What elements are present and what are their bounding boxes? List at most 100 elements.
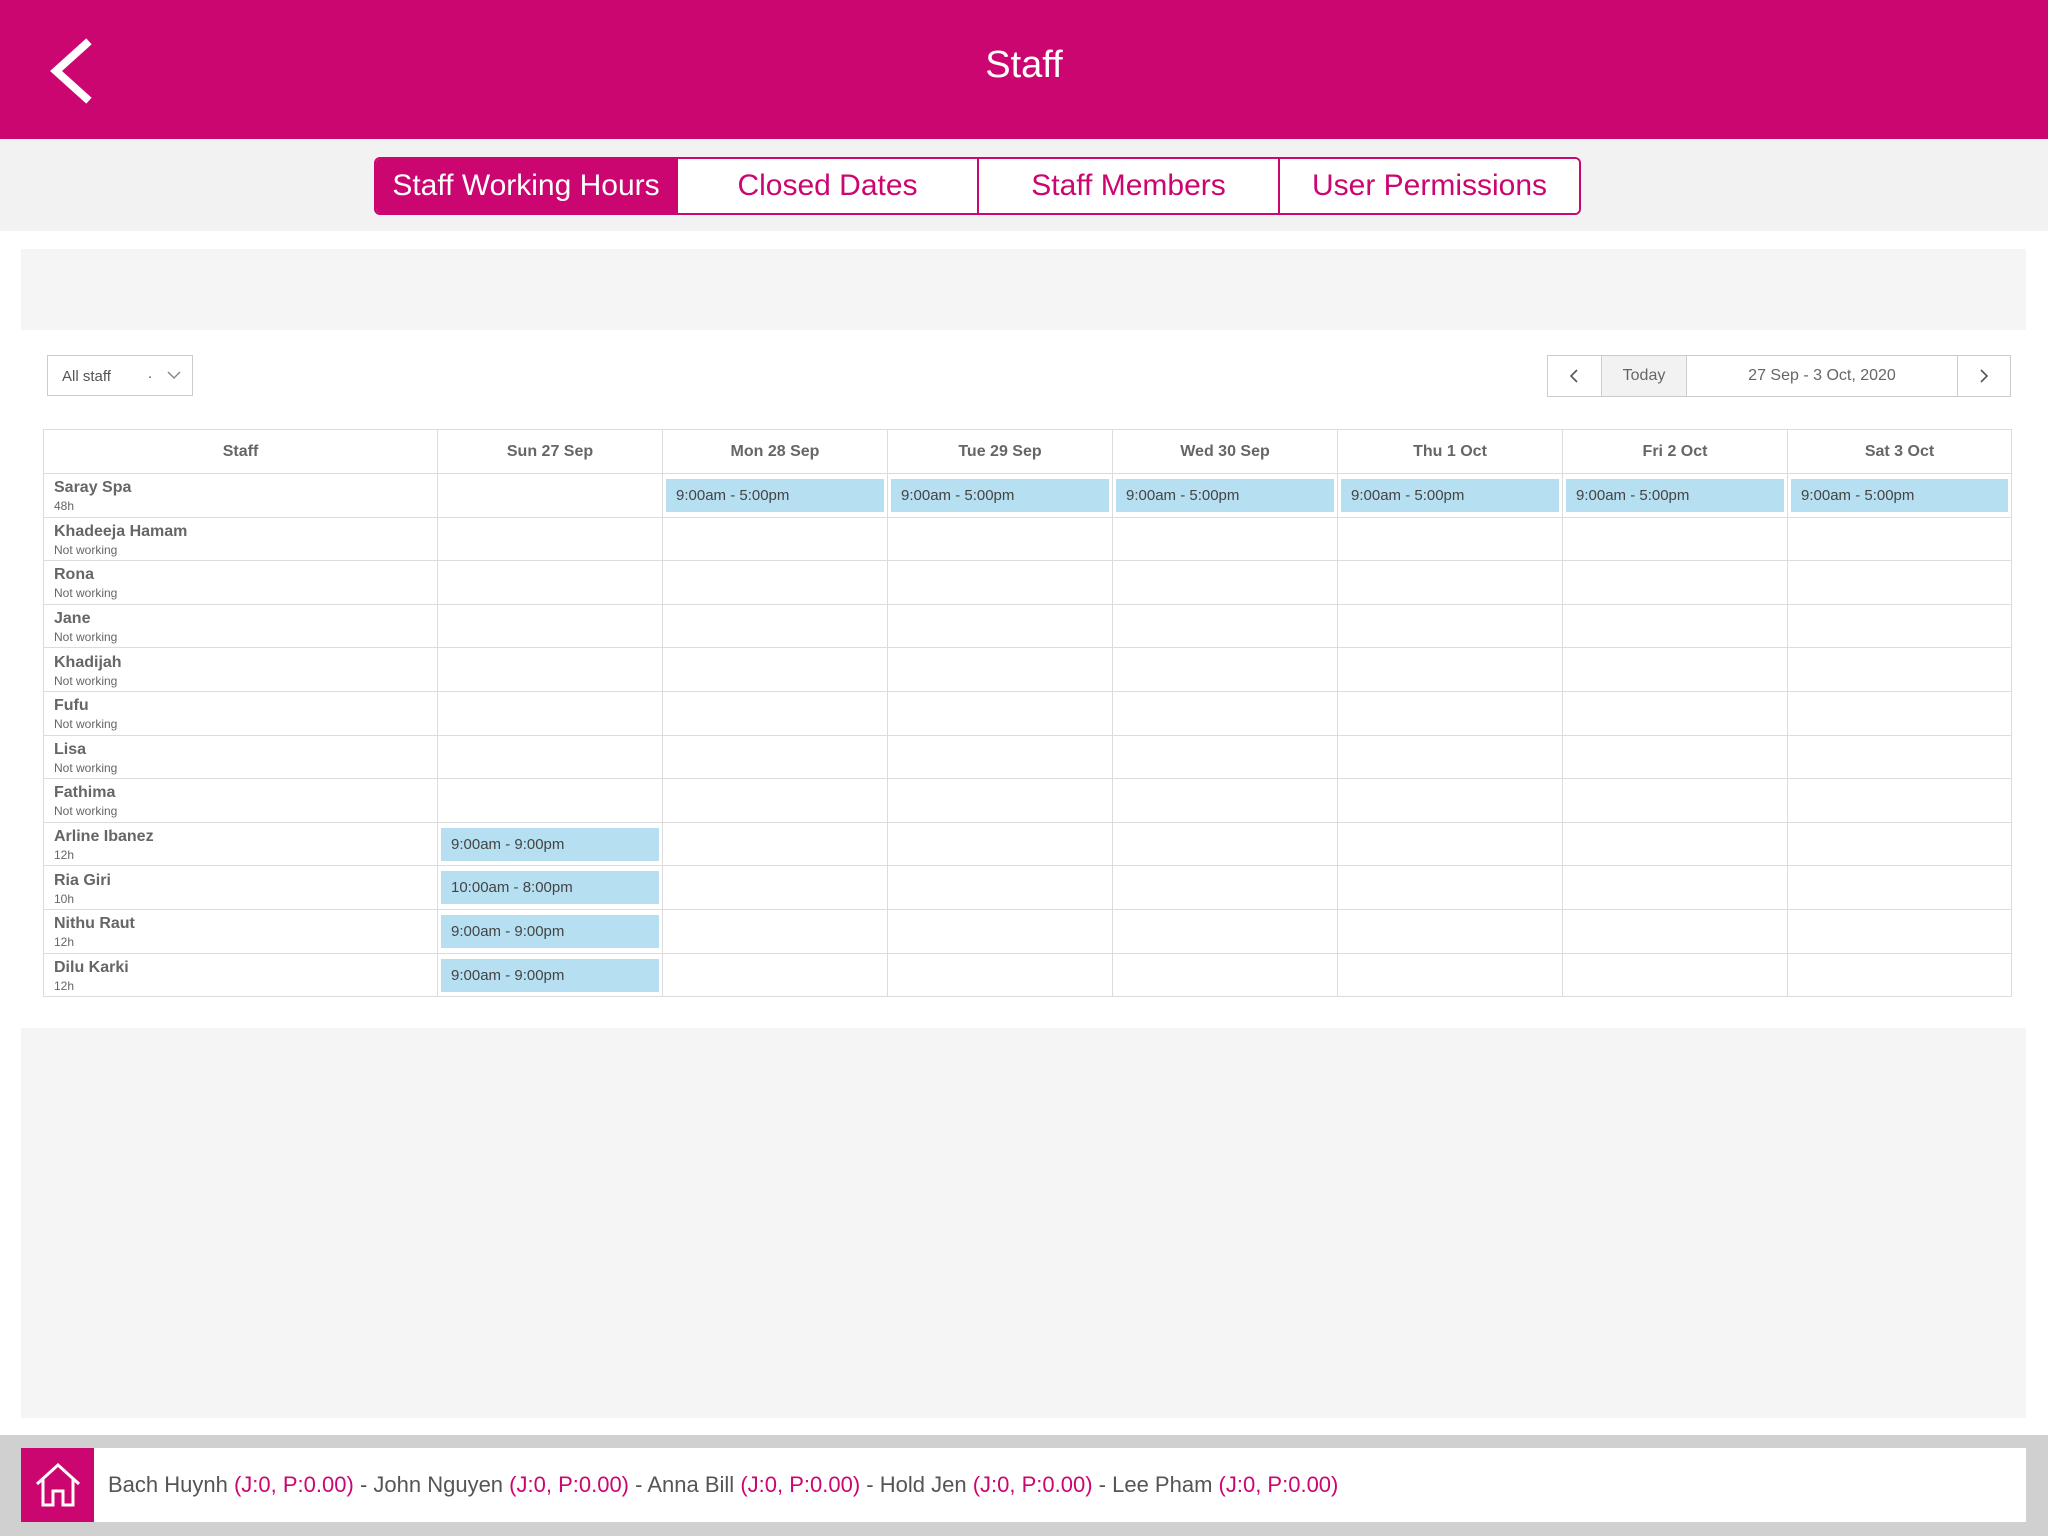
day-cell[interactable] (1337, 603, 1563, 649)
day-cell[interactable] (1337, 908, 1563, 954)
day-cell[interactable] (1562, 603, 1788, 649)
day-cell[interactable]: 9:00am - 5:00pm (662, 473, 888, 518)
day-cell[interactable] (437, 516, 663, 562)
day-cell[interactable] (887, 647, 1113, 692)
tab-staff-members[interactable]: Staff Members (977, 159, 1278, 213)
day-cell[interactable] (887, 821, 1113, 867)
day-cell[interactable] (662, 516, 888, 562)
staff-cell[interactable]: Fathima Not working (43, 778, 438, 823)
day-cell[interactable] (887, 603, 1113, 649)
shift-block[interactable]: 9:00am - 5:00pm (1791, 479, 2008, 512)
day-cell[interactable] (1112, 690, 1338, 736)
day-cell[interactable] (437, 560, 663, 605)
day-cell[interactable] (1337, 952, 1563, 998)
next-week-button[interactable] (1957, 356, 2010, 396)
staff-cell[interactable]: Khadijah Not working (43, 647, 438, 692)
day-cell[interactable] (1787, 560, 2012, 605)
day-cell[interactable] (1562, 560, 1788, 605)
day-cell[interactable] (1787, 952, 2012, 998)
home-button[interactable] (21, 1448, 94, 1522)
day-cell[interactable] (437, 778, 663, 823)
day-cell[interactable] (437, 690, 663, 736)
day-cell[interactable] (1337, 865, 1563, 910)
day-cell[interactable] (887, 734, 1113, 780)
day-cell[interactable] (1337, 516, 1563, 562)
staff-cell[interactable]: Saray Spa 48h (43, 473, 438, 518)
day-cell[interactable] (887, 778, 1113, 823)
day-cell[interactable]: 9:00am - 5:00pm (1787, 473, 2012, 518)
day-cell[interactable] (1787, 603, 2012, 649)
day-cell[interactable] (662, 778, 888, 823)
day-cell[interactable]: 10:00am - 8:00pm (437, 865, 663, 910)
day-cell[interactable] (887, 908, 1113, 954)
day-cell[interactable] (1562, 952, 1788, 998)
day-cell[interactable] (1787, 690, 2012, 736)
day-cell[interactable] (1562, 516, 1788, 562)
day-cell[interactable] (437, 734, 663, 780)
day-cell[interactable] (1112, 516, 1338, 562)
day-cell[interactable]: 9:00am - 9:00pm (437, 908, 663, 954)
day-cell[interactable] (1337, 778, 1563, 823)
day-cell[interactable] (1787, 516, 2012, 562)
day-cell[interactable] (662, 560, 888, 605)
day-cell[interactable] (662, 734, 888, 780)
shift-block[interactable]: 9:00am - 5:00pm (1566, 479, 1784, 512)
tab-staff-working-hours[interactable]: Staff Working Hours (376, 159, 676, 213)
day-cell[interactable] (1112, 734, 1338, 780)
staff-cell[interactable]: Fufu Not working (43, 690, 438, 736)
day-cell[interactable]: 9:00am - 5:00pm (1337, 473, 1563, 518)
day-cell[interactable]: 9:00am - 9:00pm (437, 821, 663, 867)
day-cell[interactable] (1337, 821, 1563, 867)
day-cell[interactable] (1337, 647, 1563, 692)
day-cell[interactable] (1787, 821, 2012, 867)
day-cell[interactable] (662, 603, 888, 649)
day-cell[interactable] (662, 690, 888, 736)
day-cell[interactable]: 9:00am - 5:00pm (1562, 473, 1788, 518)
shift-block[interactable]: 9:00am - 5:00pm (1341, 479, 1559, 512)
staff-filter-select[interactable]: All staff . (47, 355, 193, 396)
day-cell[interactable] (1112, 952, 1338, 998)
date-range-label[interactable]: 27 Sep - 3 Oct, 2020 (1687, 356, 1957, 396)
day-cell[interactable] (1562, 821, 1788, 867)
day-cell[interactable] (1337, 560, 1563, 605)
shift-block[interactable]: 9:00am - 5:00pm (891, 479, 1109, 512)
shift-block[interactable]: 9:00am - 5:00pm (1116, 479, 1334, 512)
shift-block[interactable]: 9:00am - 5:00pm (666, 479, 884, 512)
day-cell[interactable] (437, 603, 663, 649)
staff-cell[interactable]: Ria Giri 10h (43, 865, 438, 910)
day-cell[interactable] (1112, 821, 1338, 867)
day-cell[interactable] (662, 647, 888, 692)
day-cell[interactable] (662, 821, 888, 867)
day-cell[interactable] (1787, 778, 2012, 823)
day-cell[interactable] (887, 690, 1113, 736)
staff-cell[interactable]: Dilu Karki 12h (43, 952, 438, 998)
day-cell[interactable] (1562, 690, 1788, 736)
day-cell[interactable] (1787, 908, 2012, 954)
day-cell[interactable]: 9:00am - 5:00pm (887, 473, 1113, 518)
day-cell[interactable] (662, 865, 888, 910)
day-cell[interactable] (887, 865, 1113, 910)
day-cell[interactable] (1562, 908, 1788, 954)
day-cell[interactable] (887, 952, 1113, 998)
staff-cell[interactable]: Lisa Not working (43, 734, 438, 780)
day-cell[interactable] (662, 908, 888, 954)
day-cell[interactable] (1112, 908, 1338, 954)
staff-cell[interactable]: Rona Not working (43, 560, 438, 605)
shift-block[interactable]: 10:00am - 8:00pm (441, 871, 659, 905)
day-cell[interactable] (1562, 778, 1788, 823)
shift-block[interactable]: 9:00am - 9:00pm (441, 958, 659, 992)
day-cell[interactable] (1112, 778, 1338, 823)
day-cell[interactable]: 9:00am - 9:00pm (437, 952, 663, 998)
tab-closed-dates[interactable]: Closed Dates (676, 159, 977, 213)
staff-cell[interactable]: Nithu Raut 12h (43, 908, 438, 954)
day-cell[interactable] (1112, 647, 1338, 692)
shift-block[interactable]: 9:00am - 9:00pm (441, 827, 659, 861)
day-cell[interactable] (1787, 865, 2012, 910)
day-cell[interactable] (1112, 560, 1338, 605)
day-cell[interactable] (1562, 734, 1788, 780)
tab-user-permissions[interactable]: User Permissions (1278, 159, 1579, 213)
day-cell[interactable] (1562, 865, 1788, 910)
day-cell[interactable] (437, 647, 663, 692)
day-cell[interactable]: 9:00am - 5:00pm (1112, 473, 1338, 518)
day-cell[interactable] (1787, 647, 2012, 692)
